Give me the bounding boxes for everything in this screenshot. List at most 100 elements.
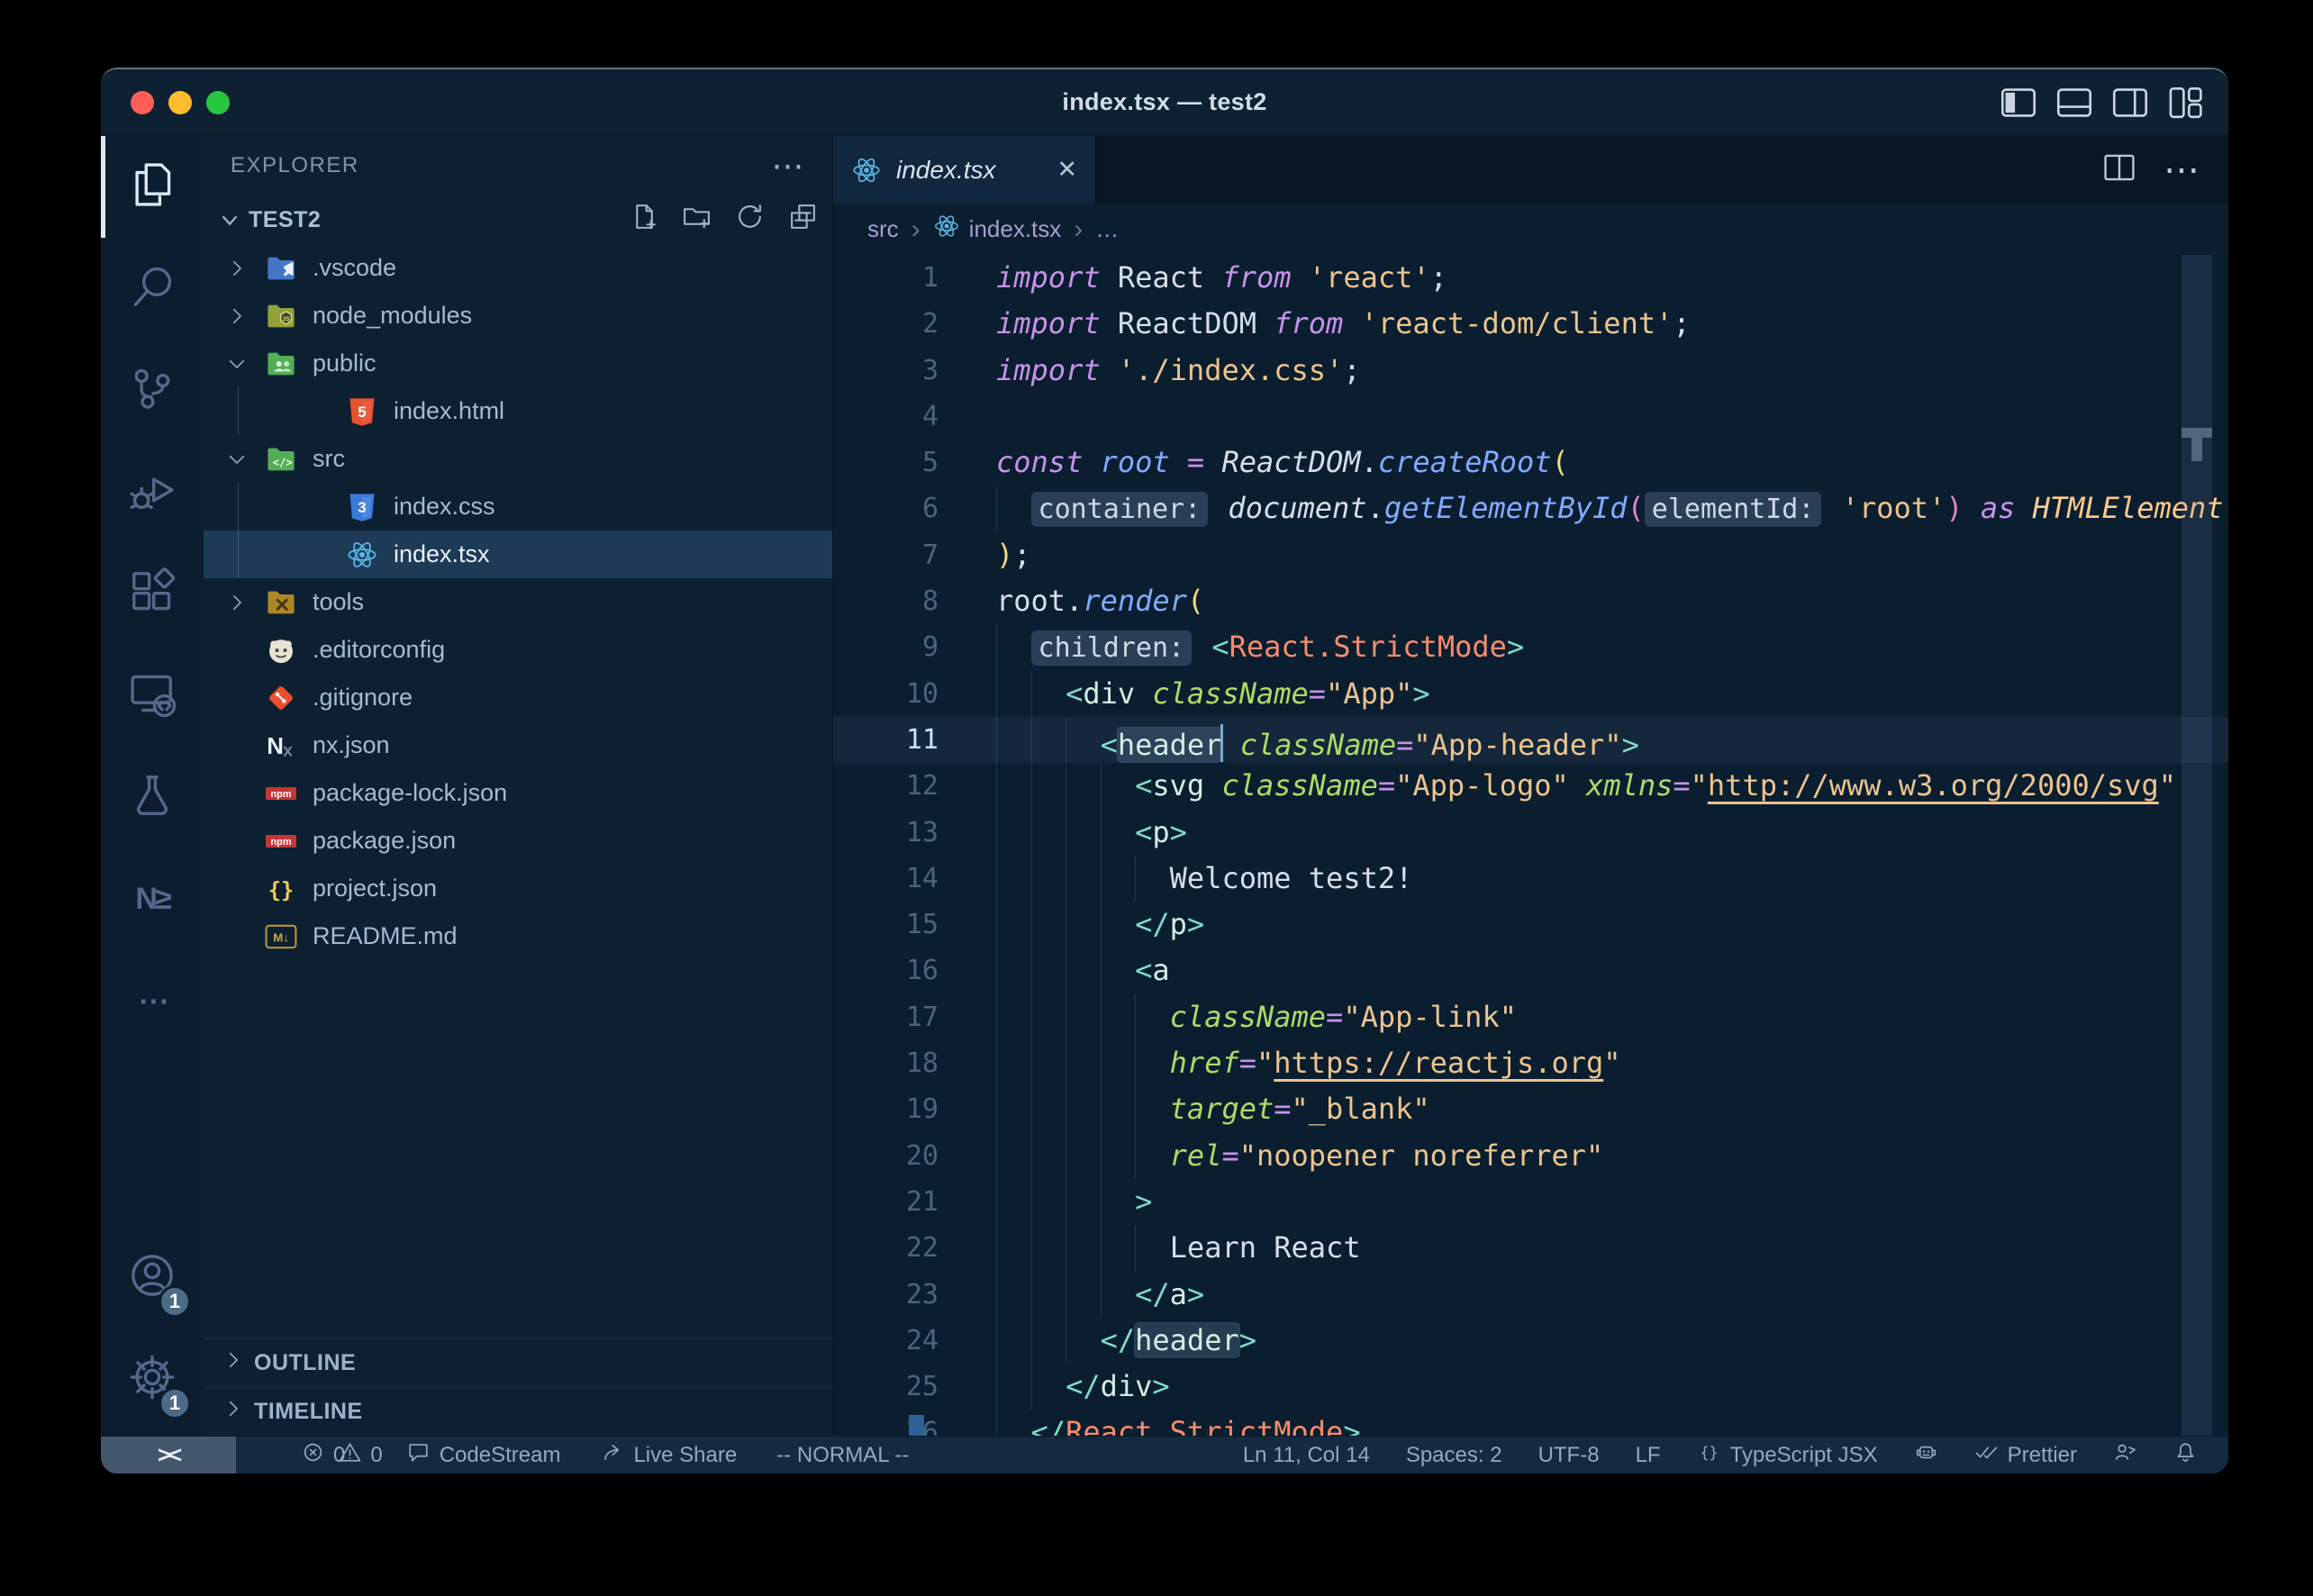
code-line-21[interactable]: 21 > <box>833 1179 2228 1225</box>
new-file-button[interactable] <box>629 202 658 238</box>
tree-item-index-css[interactable]: 3index.css <box>204 483 832 530</box>
minimize-window-button[interactable] <box>168 91 192 114</box>
code-line-4[interactable]: 4 <box>833 394 2228 440</box>
tree-item-src[interactable]: </>src <box>204 435 832 483</box>
code-line-7[interactable]: 7); <box>833 532 2228 578</box>
code-token: React.StrictMode <box>1229 630 1507 664</box>
code-line-20[interactable]: 20 rel="noopener noreferrer" <box>833 1133 2228 1179</box>
tab-close-icon[interactable]: ✕ <box>1057 156 1077 184</box>
activity-source-control[interactable] <box>101 340 204 441</box>
status-extension-robot[interactable] <box>1914 1440 1938 1471</box>
code-line-25[interactable]: 25 </div> <box>833 1364 2228 1410</box>
activity-remote-explorer[interactable] <box>101 645 204 747</box>
code-line-11[interactable]: 11 <header className="App-header"> <box>833 717 2228 763</box>
toggle-primary-sidebar-icon[interactable] <box>2000 84 2037 126</box>
activity-accounts[interactable]: 1 <box>101 1227 204 1328</box>
code-line-18[interactable]: 18 href="https://reactjs.org" <box>833 1040 2228 1086</box>
status-cursor-position[interactable]: Ln 11, Col 14 <box>1243 1443 1370 1468</box>
status-language-mode[interactable]: {}TypeScript JSX <box>1697 1440 1878 1471</box>
editorconfig-icon <box>263 632 299 668</box>
code-token <box>1343 306 1360 340</box>
panel-timeline[interactable]: TIMELINE <box>204 1387 832 1436</box>
new-folder-button[interactable] <box>682 202 712 238</box>
status-encoding[interactable]: UTF-8 <box>1538 1443 1600 1468</box>
activity-testing[interactable] <box>101 747 204 848</box>
code-line-3[interactable]: 3import './index.css'; <box>833 348 2228 394</box>
tree-item-tools[interactable]: tools <box>204 578 832 626</box>
status-prettier[interactable]: Prettier <box>1974 1440 2077 1471</box>
panel-outline[interactable]: OUTLINE <box>204 1338 832 1387</box>
tree-item-project-json[interactable]: {}project.json <box>204 865 832 912</box>
code-line-14[interactable]: 14 Welcome test2! <box>833 856 2228 902</box>
tree-item-index-tsx[interactable]: index.tsx <box>204 530 832 578</box>
code-line-15[interactable]: 15 </p> <box>833 902 2228 948</box>
search-icon <box>128 262 177 315</box>
code-line-17[interactable]: 17 className="App-link" <box>833 994 2228 1040</box>
tree-item-node-modules[interactable]: JSnode_modules <box>204 292 832 340</box>
refresh-button[interactable] <box>735 202 765 238</box>
activity-run-debug[interactable] <box>101 441 204 543</box>
code-line-23[interactable]: 23 </a> <box>833 1272 2228 1318</box>
activity-extensions[interactable] <box>101 543 204 645</box>
breadcrumb-item-more[interactable]: … <box>1095 215 1119 243</box>
code-editor[interactable]: 1import React from 'react';2import React… <box>833 255 2228 1436</box>
status-notifications[interactable] <box>2173 1440 2198 1471</box>
code-line-2[interactable]: 2import ReactDOM from 'react-dom/client'… <box>833 301 2228 347</box>
panel-label: TIMELINE <box>254 1399 363 1425</box>
toggle-secondary-sidebar-icon[interactable] <box>2111 84 2149 126</box>
line-number: 6 <box>833 485 996 531</box>
tree-item--vscode[interactable]: .vscode <box>204 244 832 292</box>
code-line-19[interactable]: 19 target="_blank" <box>833 1086 2228 1132</box>
split-editor-button[interactable] <box>2102 150 2136 189</box>
collapse-all-button[interactable] <box>788 202 818 238</box>
tree-item-nx-json[interactable]: Nxnx.json <box>204 721 832 769</box>
activity-search[interactable] <box>101 238 204 340</box>
status-problems[interactable]: 00 <box>301 1440 367 1471</box>
code-line-6[interactable]: 6 container: document.getElementById(ele… <box>833 485 2228 531</box>
code-token: "App-link" <box>1343 1000 1517 1034</box>
zoom-window-button[interactable] <box>206 91 230 114</box>
code-line-9[interactable]: 9 children: <React.StrictMode> <box>833 624 2228 670</box>
code-token: className <box>1152 676 1308 711</box>
tree-item-package-json[interactable]: npmpackage.json <box>204 817 832 865</box>
breadcrumb-item-index-tsx[interactable]: index.tsx <box>933 213 1062 246</box>
status-vim-mode[interactable]: -- NORMAL -- <box>776 1443 909 1468</box>
tree-item-public[interactable]: public <box>204 340 832 387</box>
code-token: 'react' <box>1309 260 1430 295</box>
tree-item--gitignore[interactable]: .gitignore <box>204 674 832 721</box>
project-section-header[interactable]: TEST2 <box>204 195 832 244</box>
activity-settings[interactable]: 1 <box>101 1328 204 1430</box>
tree-item-readme-md[interactable]: M↓README.md <box>204 912 832 960</box>
code-line-10[interactable]: 10 <div className="App"> <box>833 671 2228 717</box>
code-line-24[interactable]: 24 </header> <box>833 1318 2228 1364</box>
tab-index-tsx[interactable]: index.tsx ✕ <box>833 136 1096 204</box>
status-eol[interactable]: LF <box>1636 1443 1661 1468</box>
code-line-13[interactable]: 13 <p> <box>833 810 2228 856</box>
breadcrumb-item-src[interactable]: src <box>867 215 899 243</box>
code-token <box>1101 353 1118 387</box>
tree-item--editorconfig[interactable]: .editorconfig <box>204 626 832 674</box>
code-line-12[interactable]: 12 <svg className="App-logo" xmlns="http… <box>833 763 2228 809</box>
status-live-share[interactable]: Live Share <box>600 1440 737 1471</box>
status-codestream[interactable]: CodeStream <box>406 1440 561 1471</box>
close-window-button[interactable] <box>131 91 154 114</box>
activity-nx-console[interactable]: N≥ <box>101 848 204 950</box>
code-token <box>1964 491 1981 525</box>
activity-explorer[interactable] <box>101 136 204 238</box>
code-line-26[interactable]: 26 </React.StrictMode> <box>833 1410 2228 1436</box>
toggle-panel-icon[interactable] <box>2055 84 2093 126</box>
editor-scrollbar[interactable] <box>2181 255 2212 1436</box>
code-line-8[interactable]: 8root.render( <box>833 578 2228 624</box>
customize-layout-icon[interactable] <box>2167 84 2205 126</box>
line-content: </a> <box>996 1272 1204 1318</box>
code-line-22[interactable]: 22 Learn React <box>833 1225 2228 1271</box>
status-remote-indicator[interactable]: >< <box>101 1437 236 1474</box>
code-line-5[interactable]: 5const root = ReactDOM.createRoot( <box>833 440 2228 485</box>
tree-item-package-lock-json[interactable]: npmpackage-lock.json <box>204 769 832 817</box>
tree-item-index-html[interactable]: 5index.html <box>204 387 832 435</box>
code-line-16[interactable]: 16 <a <box>833 948 2228 993</box>
status-feedback[interactable] <box>2113 1440 2137 1471</box>
activity-more[interactable]: ⋯ <box>101 950 204 1052</box>
code-line-1[interactable]: 1import React from 'react'; <box>833 255 2228 301</box>
status-indentation[interactable]: Spaces: 2 <box>1406 1443 1502 1468</box>
